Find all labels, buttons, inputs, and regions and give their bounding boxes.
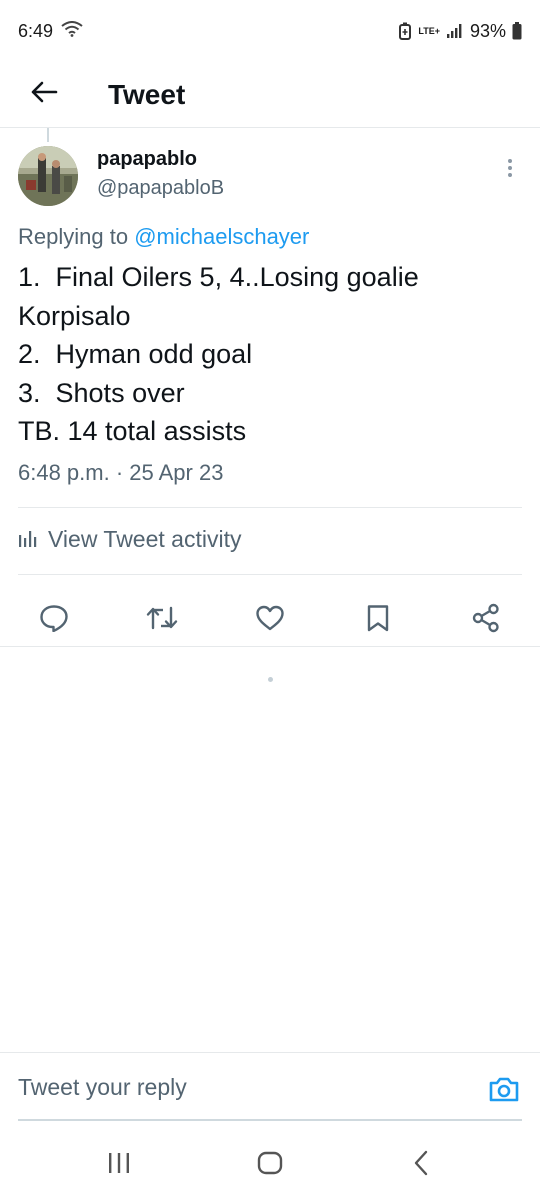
reply-icon [39,604,69,637]
share-button[interactable] [464,598,508,642]
tweet-header: papapablo @papapabloB [0,140,540,216]
battery-icon [512,22,522,40]
network-label: LTE+ [418,26,440,36]
tweet-text: 1. Final Oilers 5, 4..Losing goalie Korp… [18,262,419,447]
reply-bar [0,1052,540,1121]
chevron-left-icon [413,1150,429,1181]
system-back-button[interactable] [401,1150,441,1180]
replying-to: Replying to @michaelschayer [18,224,309,250]
like-button[interactable] [248,598,292,642]
camera-icon [488,1077,520,1107]
more-options-button[interactable] [500,158,520,182]
home-button[interactable] [250,1150,290,1180]
replying-to-prefix: Replying to [18,224,135,249]
replying-to-mention-link[interactable]: @michaelschayer [134,224,309,249]
more-vertical-icon [507,158,513,183]
battery-saver-icon [398,22,412,40]
author-display-name[interactable]: papapablo [97,148,197,171]
camera-button[interactable] [488,1075,520,1103]
divider [18,507,522,508]
arrow-left-icon [30,80,58,109]
share-icon [471,603,501,638]
status-bar: 6:49 LTE+ 93% [0,0,540,62]
tweet-actions-bar [0,592,540,648]
recent-apps-icon [107,1152,131,1179]
bookmark-icon [366,604,390,637]
home-icon [257,1151,283,1180]
system-nav-bar [0,1130,540,1200]
reply-input-underline [18,1119,522,1121]
view-tweet-activity-link[interactable]: View Tweet activity [18,526,241,553]
back-button[interactable] [16,71,72,119]
avatar[interactable] [18,146,78,206]
like-icon [255,604,285,637]
top-header: Tweet [0,62,540,128]
reply-button[interactable] [32,598,76,642]
status-left: 6:49 [18,21,83,42]
recent-apps-button[interactable] [99,1150,139,1180]
retweet-button[interactable] [140,598,184,642]
bookmark-button[interactable] [356,598,400,642]
analytics-icon [18,526,48,553]
divider [18,574,522,575]
status-right: LTE+ 93% [398,21,522,42]
loading-indicator [268,677,273,682]
status-time: 6:49 [18,20,54,41]
tweet-detail: papapablo @papapabloB Replying to @micha… [0,140,540,632]
activity-label: View Tweet activity [48,526,242,552]
tweet-timestamp: 6:48 p.m. · 25 Apr 23 [18,460,224,485]
page-title: Tweet [108,78,186,110]
wifi-icon [61,20,83,42]
battery-percent: 93% [469,20,506,41]
author-handle: @papapabloB [97,177,225,199]
retweet-icon [145,604,179,637]
signal-icon [446,23,464,39]
section-divider [0,646,540,647]
reply-input[interactable] [18,1063,458,1111]
